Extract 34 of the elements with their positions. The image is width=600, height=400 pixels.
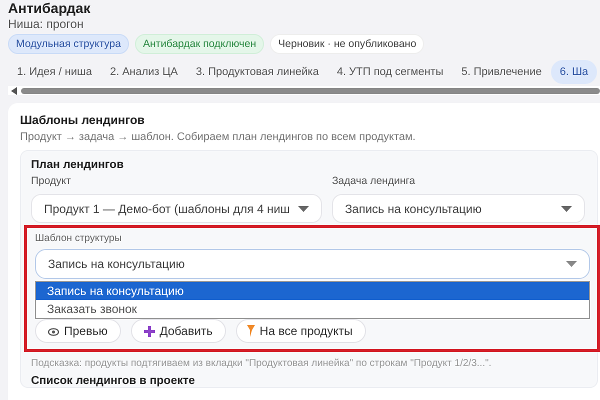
template-select[interactable]: Запись на консультацию [35, 249, 590, 279]
step-tab[interactable]: 1. Идея / ниша [8, 60, 101, 84]
status-badge: Модульная структура [8, 34, 129, 54]
field-label: Продукт [31, 175, 72, 187]
niche-label: Ниша: прогон [8, 17, 85, 31]
horizontal-scrollbar[interactable] [8, 86, 600, 95]
status-badge: Черновик · не опубликовано [270, 34, 424, 54]
step-tab[interactable]: 6. Ша [550, 60, 598, 84]
eye-icon [48, 328, 59, 336]
plus-icon [144, 326, 155, 336]
step-tab[interactable]: 3. Продуктовая линейка [186, 60, 328, 84]
list-title: Список лендингов в проекте [31, 375, 196, 387]
task-select[interactable]: Запись на консультацию [332, 194, 585, 223]
scroll-left-icon[interactable] [11, 86, 18, 94]
caret-icon [566, 261, 577, 267]
step-tab[interactable]: 2. Анализ ЦА [100, 60, 187, 84]
caret-icon [561, 206, 572, 212]
product-select[interactable]: Продукт 1 — Демо-бот (шаблоны для 4 ниш [31, 194, 322, 223]
project-title: Антибардак [8, 0, 92, 16]
step-tab[interactable]: 5. Привлечение [452, 60, 551, 84]
step-tab[interactable]: 4. УТП под сегменты [328, 60, 452, 84]
action-button[interactable]: Добавить [130, 319, 226, 343]
hint-text: Подсказка: продукты подтягиваем из вкладки "Продуктовая линейка" по строкам "Продукт 1/2/3...". [31, 358, 492, 369]
dropdown-option[interactable]: Заказать звонок [36, 300, 589, 318]
field-label: Шаблон структуры [35, 233, 123, 244]
action-button[interactable]: На все продукты [236, 319, 366, 343]
status-badge: Антибардак подключен [134, 34, 264, 54]
section-description: Продукт → задача → шаблон. Собираем план лендингов по всем продуктам. [20, 131, 417, 143]
panel-title: План лендингов [31, 159, 125, 171]
action-button[interactable]: Превью [35, 319, 121, 343]
caret-icon [298, 206, 309, 212]
field-label: Задача лендинга [332, 175, 416, 187]
section-title: Шаблоны лендингов [20, 113, 146, 127]
dropdown-option[interactable]: Запись на консультацию [36, 282, 589, 300]
